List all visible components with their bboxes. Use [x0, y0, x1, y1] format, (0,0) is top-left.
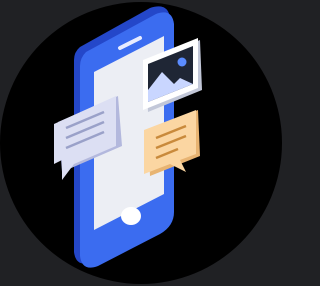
illustration-canvas — [0, 2, 282, 284]
messaging-illustration — [0, 0, 282, 286]
home-button-icon — [121, 207, 141, 225]
sun-dot — [177, 57, 187, 67]
